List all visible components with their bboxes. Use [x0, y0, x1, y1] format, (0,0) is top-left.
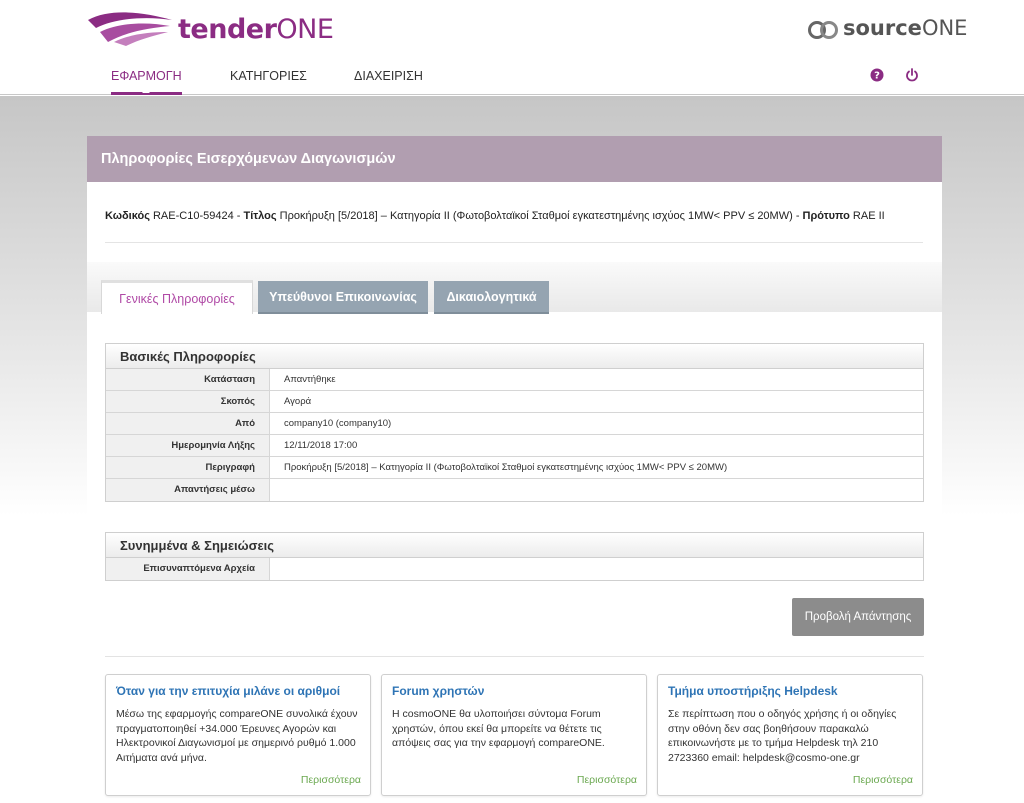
card-title: Forum χρηστών [392, 684, 485, 698]
info-row: Από company10 (company10) [106, 413, 923, 435]
info-row: Σκοπός Αγορά [106, 391, 923, 413]
attachments-list [270, 558, 923, 580]
tender-summary: Κωδικός RAE-C10-59424 - Τίτλος Προκήρυξη… [87, 182, 942, 262]
help-icon[interactable]: ? [870, 68, 884, 82]
info-row-label: Επισυναπτόμενα Αρχεία [106, 558, 270, 580]
info-row-label: Κατάσταση [106, 369, 270, 390]
nav-item-categories[interactable]: ΚΑΤΗΓΟΡΙΕΣ [230, 60, 307, 95]
card-title: Τμήμα υποστήριξης Helpdesk [668, 684, 838, 698]
basic-info-section: Βασικές Πληροφορίες Κατάσταση Απαντήθηκε … [105, 343, 924, 502]
footer-divider [105, 656, 924, 657]
sourceone-logo-text: sourceONE [843, 16, 968, 40]
info-row-label: Σκοπός [106, 391, 270, 412]
card-body: Σε περίπτωση που ο οδηγός χρήσης ή οι οδ… [668, 708, 897, 764]
tenderone-logo[interactable]: tenderONE [86, 8, 334, 48]
info-row-value: 12/11/2018 17:00 [284, 440, 358, 451]
info-card-helpdesk: Τμήμα υποστήριξης Helpdesk Σε περίπτωση … [657, 674, 923, 796]
card-body: Μέσω της εφαρμογής compareONE συνολικά έ… [116, 708, 358, 764]
nav-item-application[interactable]: ΕΦΑΡΜΟΓΗ [111, 60, 182, 95]
nav-item-management[interactable]: ΔΙΑΧΕΙΡΙΣΗ [354, 60, 423, 95]
card-more-link[interactable]: Περισσότερα [301, 774, 361, 786]
info-row-value: company10 (company10) [284, 418, 392, 429]
card-body: Η cosmoONE θα υλοποιήσει σύντομα Forum χ… [392, 708, 605, 749]
info-row-label: Περιγραφή [106, 457, 270, 478]
card-more-link[interactable]: Περισσότερα [577, 774, 637, 786]
swoosh-logo-icon [88, 12, 172, 46]
tab-general-info[interactable]: Γενικές Πληροφορίες [101, 280, 253, 314]
page-title: Πληροφορίες Εισερχόμενων Διαγωνισμών [87, 136, 942, 182]
power-icon[interactable] [905, 68, 919, 82]
info-row-label: Ημερομηνία Λήξης [106, 435, 270, 456]
svg-text:?: ? [874, 71, 880, 82]
info-row-value: Προκήρυξη [5/2018] – Κατηγορία ΙΙ (Φωτοβ… [284, 462, 728, 473]
tender-summary-text: Κωδικός RAE-C10-59424 - Τίτλος Προκήρυξη… [105, 210, 885, 222]
info-row: Ημερομηνία Λήξης 12/11/2018 17:00 [106, 435, 923, 457]
info-row-value: Απαντήθηκε [284, 374, 336, 385]
view-response-button[interactable]: Προβολή Απάντησης [792, 598, 924, 636]
info-card-numbers: Όταν για την επιτυχία μιλάνε οι αριθμοί … [105, 674, 371, 796]
info-card-forum: Forum χρηστών Η cosmoONE θα υλοποιήσει σ… [381, 674, 647, 796]
info-row: Κατάσταση Απαντήθηκε [106, 369, 923, 391]
info-row: Απαντήσεις μέσω [106, 479, 923, 501]
attachments-section: Συνημμένα & Σημειώσεις Επισυναπτόμενα Αρ… [105, 532, 924, 581]
info-row-label: Από [106, 413, 270, 434]
info-row-label: Απαντήσεις μέσω [106, 479, 270, 501]
tab-documents[interactable]: Δικαιολογητικά [434, 281, 549, 314]
section-title: Συνημμένα & Σημειώσεις [106, 533, 923, 558]
tenderone-logo-text: tenderONE [178, 14, 334, 45]
summary-divider [105, 242, 923, 243]
card-title: Όταν για την επιτυχία μιλάνε οι αριθμοί [116, 684, 341, 698]
section-title: Βασικές Πληροφορίες [106, 344, 923, 369]
info-row: Επισυναπτόμενα Αρχεία [106, 558, 923, 580]
infinity-logo-icon [808, 21, 838, 39]
tab-contacts[interactable]: Υπεύθυνοι Επικοινωνίας [258, 281, 428, 314]
sourceone-logo[interactable]: sourceONE [806, 12, 967, 48]
info-row: Περιγραφή Προκήρυξη [5/2018] – Κατηγορία … [106, 457, 923, 479]
info-row-value: Αγορά [284, 396, 312, 407]
card-more-link[interactable]: Περισσότερα [853, 774, 913, 786]
app-header: tenderONE sourceONE ΕΦΑΡΜΟΓΗ ΚΑΤΗΓΟΡΙΕΣ … [0, 0, 1024, 95]
info-row-value [270, 479, 923, 501]
